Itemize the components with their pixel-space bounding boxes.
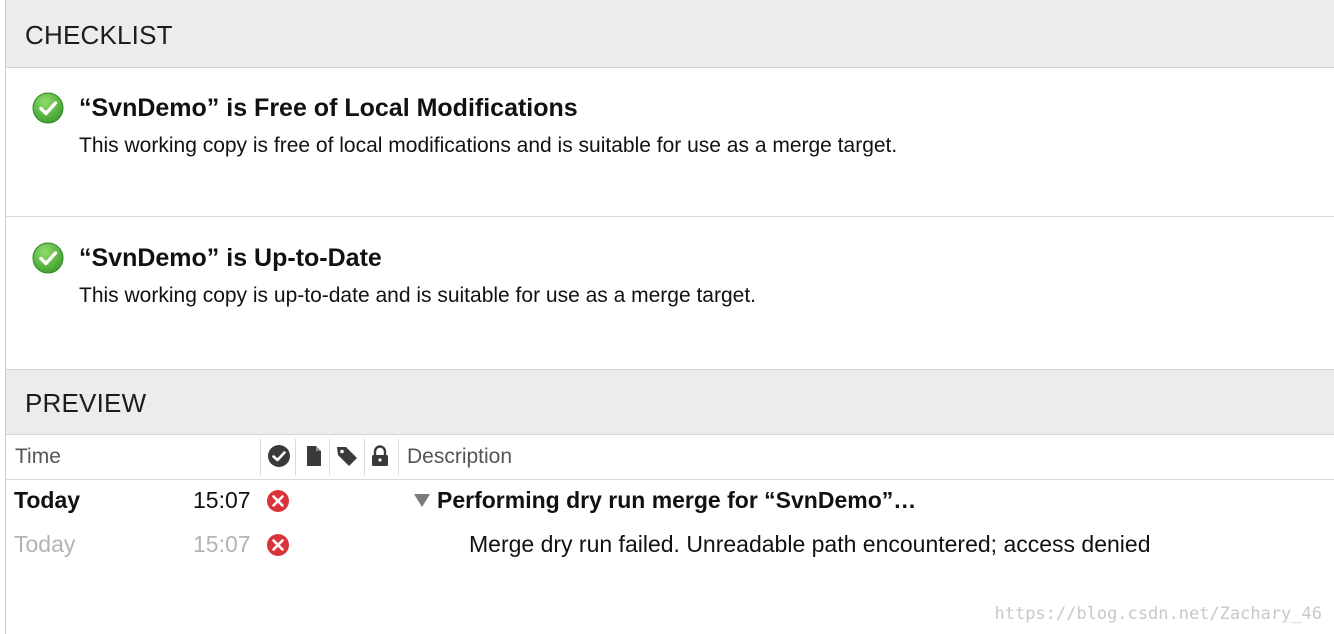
column-divider[interactable]: [329, 439, 330, 475]
column-divider[interactable]: [260, 439, 261, 475]
checklist-item-description: This working copy is free of local modif…: [79, 134, 898, 157]
document-icon[interactable]: [302, 444, 326, 468]
tag-icon[interactable]: [335, 444, 359, 468]
column-header-description[interactable]: Description: [407, 445, 512, 469]
error-x-circle-icon: [267, 490, 289, 512]
checklist-item-description: This working copy is up-to-date and is s…: [79, 284, 757, 307]
log-time: 15:07: [193, 531, 251, 557]
preview-table-header: Time Description: [6, 435, 1334, 480]
column-divider[interactable]: [364, 439, 365, 475]
check-circle-icon[interactable]: [267, 444, 291, 468]
green-check-circle-icon: [32, 242, 64, 274]
error-x-circle-icon: [267, 534, 289, 556]
log-description: Merge dry run failed. Unreadable path en…: [469, 531, 1151, 557]
disclosure-triangle-icon[interactable]: [414, 494, 430, 507]
log-time: 15:07: [193, 487, 251, 513]
checklist-header-title: CHECKLIST: [25, 20, 173, 50]
preview-log-row[interactable]: Today 15:07 Performing dry run merge for…: [6, 479, 1334, 523]
preview-section-header: PREVIEW: [6, 369, 1334, 435]
watermark-text: https://blog.csdn.net/Zachary_46: [994, 604, 1322, 624]
log-date: Today: [14, 487, 81, 513]
checklist-item-title: “SvnDemo” is Up-to-Date: [79, 244, 382, 272]
merge-checklist-panel: CHECKLIST “SvnDemo” is Free of Local Mod…: [5, 0, 1334, 634]
checklist-item-local-modifications: “SvnDemo” is Free of Local Modifications…: [6, 68, 1334, 217]
preview-log-row[interactable]: Today 15:07 Merge dry run failed. Unread…: [6, 523, 1334, 567]
column-divider[interactable]: [295, 439, 296, 475]
checklist-item-title: “SvnDemo” is Free of Local Modifications: [79, 94, 578, 122]
log-description: Performing dry run merge for “SvnDemo”…: [437, 487, 917, 513]
green-check-circle-icon: [32, 92, 64, 124]
checklist-section-header: CHECKLIST: [6, 0, 1334, 68]
log-date: Today: [14, 531, 76, 557]
preview-header-title: PREVIEW: [25, 388, 147, 418]
lock-icon[interactable]: [368, 444, 392, 468]
column-header-time[interactable]: Time: [15, 445, 61, 469]
checklist-item-up-to-date: “SvnDemo” is Up-to-Date This working cop…: [6, 217, 1334, 369]
column-divider[interactable]: [398, 439, 399, 475]
